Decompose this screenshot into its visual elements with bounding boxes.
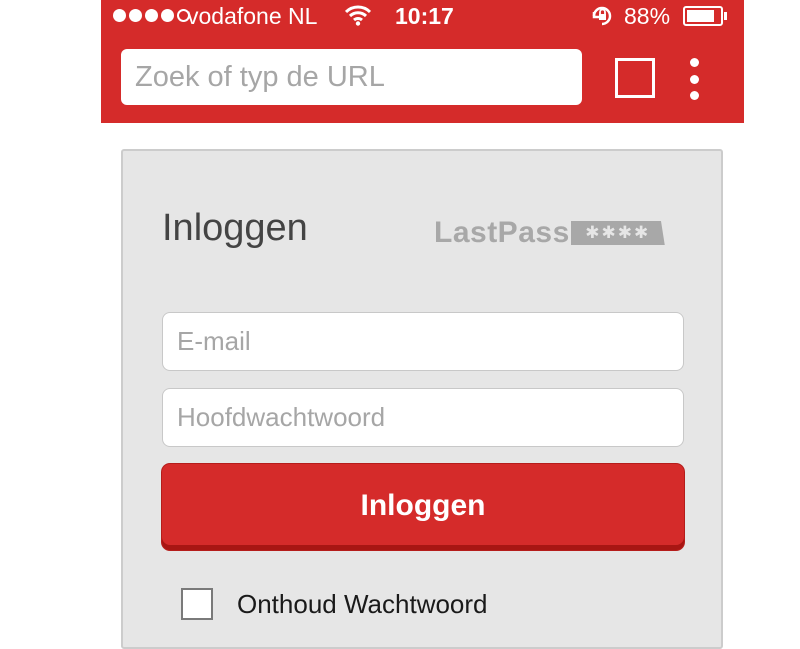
battery-level [687,10,715,22]
wifi-icon [344,4,372,32]
email-field[interactable] [162,312,684,371]
signal-dot [145,9,158,22]
battery-nub [724,12,727,20]
login-card: Inloggen LastPass ✱✱✱✱ Inloggen Onthoud … [121,149,723,649]
url-search-input[interactable] [121,49,582,105]
rotation-lock-icon [590,4,614,34]
phone-screen: vodafone NL 10:17 88% Zoek of typ de URL… [101,0,744,649]
browser-top-bar: vodafone NL 10:17 88% [101,0,744,123]
signal-strength-icon [113,9,190,22]
lastpass-logo: LastPass ✱✱✱✱ [434,216,665,249]
remember-password-label: Onthoud Wachtwoord [237,588,488,619]
signal-dot [113,9,126,22]
clock: 10:17 [395,3,454,29]
menu-dot [689,91,699,100]
carrier-name: vodafone NL [187,3,318,29]
menu-dots-icon[interactable] [685,58,703,100]
battery-percent: 88% [624,3,671,29]
tabs-icon[interactable] [615,58,655,98]
battery-icon [683,6,727,26]
checkbox-icon[interactable] [181,588,213,620]
signal-dot [161,9,174,22]
login-button[interactable]: Inloggen [162,464,684,550]
menu-dot [689,58,699,67]
logo-stars: ✱✱✱✱ [570,221,665,245]
status-bar: vodafone NL 10:17 88% [101,0,744,34]
logo-text: LastPass [434,216,570,249]
login-title: Inloggen [162,207,308,249]
master-password-field[interactable] [162,388,684,447]
remember-password-checkbox[interactable]: Onthoud Wachtwoord [181,588,488,620]
menu-dot [689,74,699,84]
signal-dot [129,9,142,22]
